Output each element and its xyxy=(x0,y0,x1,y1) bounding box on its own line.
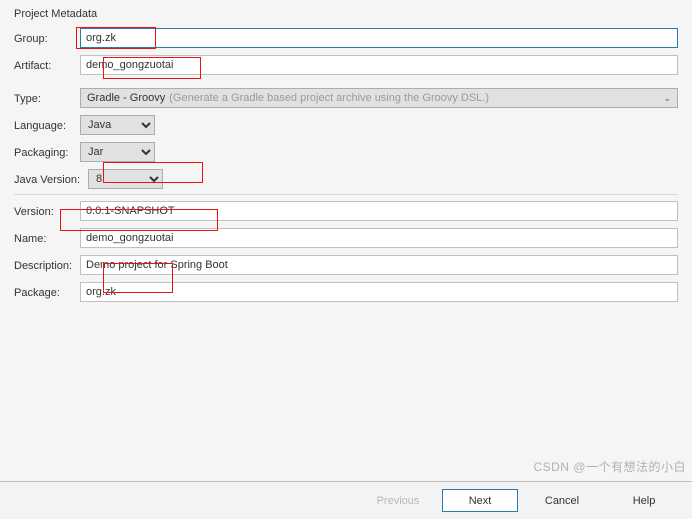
name-label: Name: xyxy=(14,231,80,245)
artifact-input[interactable] xyxy=(80,55,678,75)
description-input[interactable] xyxy=(80,255,678,275)
java-version-label: Java Version: xyxy=(14,172,88,186)
divider xyxy=(14,194,678,195)
group-label: Group: xyxy=(14,31,80,45)
chevron-down-icon: ⌄ xyxy=(663,93,671,104)
language-label: Language: xyxy=(14,118,80,132)
type-select[interactable]: Gradle - Groovy (Generate a Gradle based… xyxy=(80,88,678,108)
description-label: Description: xyxy=(14,258,80,272)
cancel-button[interactable]: Cancel xyxy=(524,489,600,512)
package-label: Package: xyxy=(14,285,80,299)
next-button[interactable]: Next xyxy=(442,489,518,512)
previous-button[interactable]: Previous xyxy=(360,489,436,512)
artifact-label: Artifact: xyxy=(14,58,80,72)
help-button[interactable]: Help xyxy=(606,489,682,512)
type-hint: (Generate a Gradle based project archive… xyxy=(169,92,489,104)
java-version-select[interactable]: 8 xyxy=(88,169,163,189)
version-label: Version: xyxy=(14,204,80,218)
type-selected-value: Gradle - Groovy xyxy=(87,92,165,104)
group-input[interactable] xyxy=(80,28,678,48)
section-title: Project Metadata xyxy=(14,8,678,20)
type-label: Type: xyxy=(14,91,80,105)
watermark: CSDN @一个有想法的小白 xyxy=(533,458,686,475)
package-input[interactable] xyxy=(80,282,678,302)
version-input[interactable] xyxy=(80,201,678,221)
language-select[interactable]: Java xyxy=(80,115,155,135)
packaging-label: Packaging: xyxy=(14,145,80,159)
packaging-select[interactable]: Jar xyxy=(80,142,155,162)
wizard-footer: Previous Next Cancel Help xyxy=(0,481,692,519)
name-input[interactable] xyxy=(80,228,678,248)
